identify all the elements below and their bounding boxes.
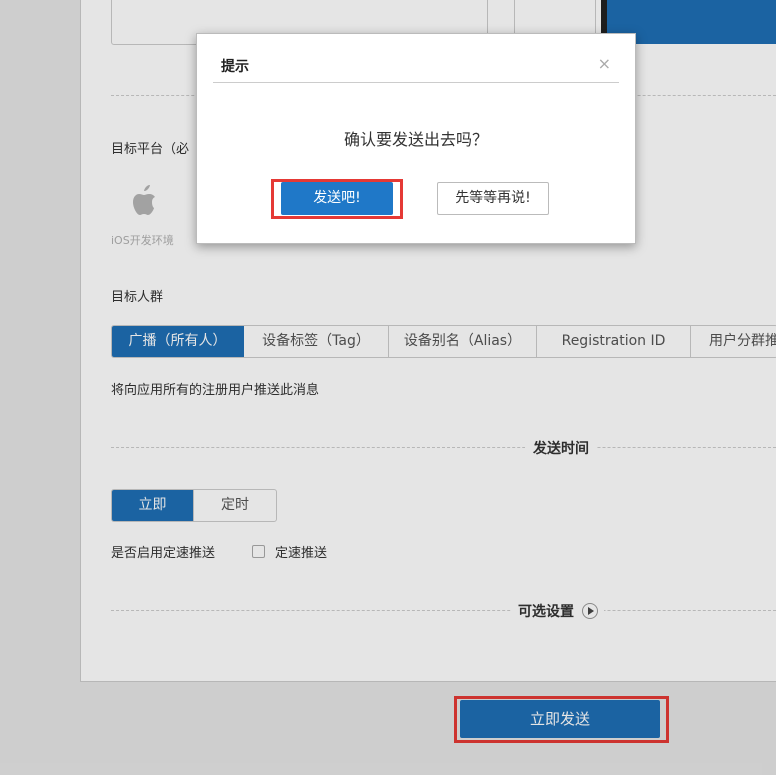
- confirm-dialog: 提示 × 确认要发送出去吗？ 发送吧! 先等等再说!: [196, 33, 636, 244]
- dialog-divider: [213, 82, 619, 83]
- dialog-title: 提示: [221, 59, 249, 75]
- confirm-highlight: [271, 179, 403, 219]
- dialog-message: 确认要发送出去吗？: [343, 130, 488, 149]
- cancel-button[interactable]: 先等等再说!: [437, 182, 549, 215]
- close-icon[interactable]: ×: [598, 54, 611, 73]
